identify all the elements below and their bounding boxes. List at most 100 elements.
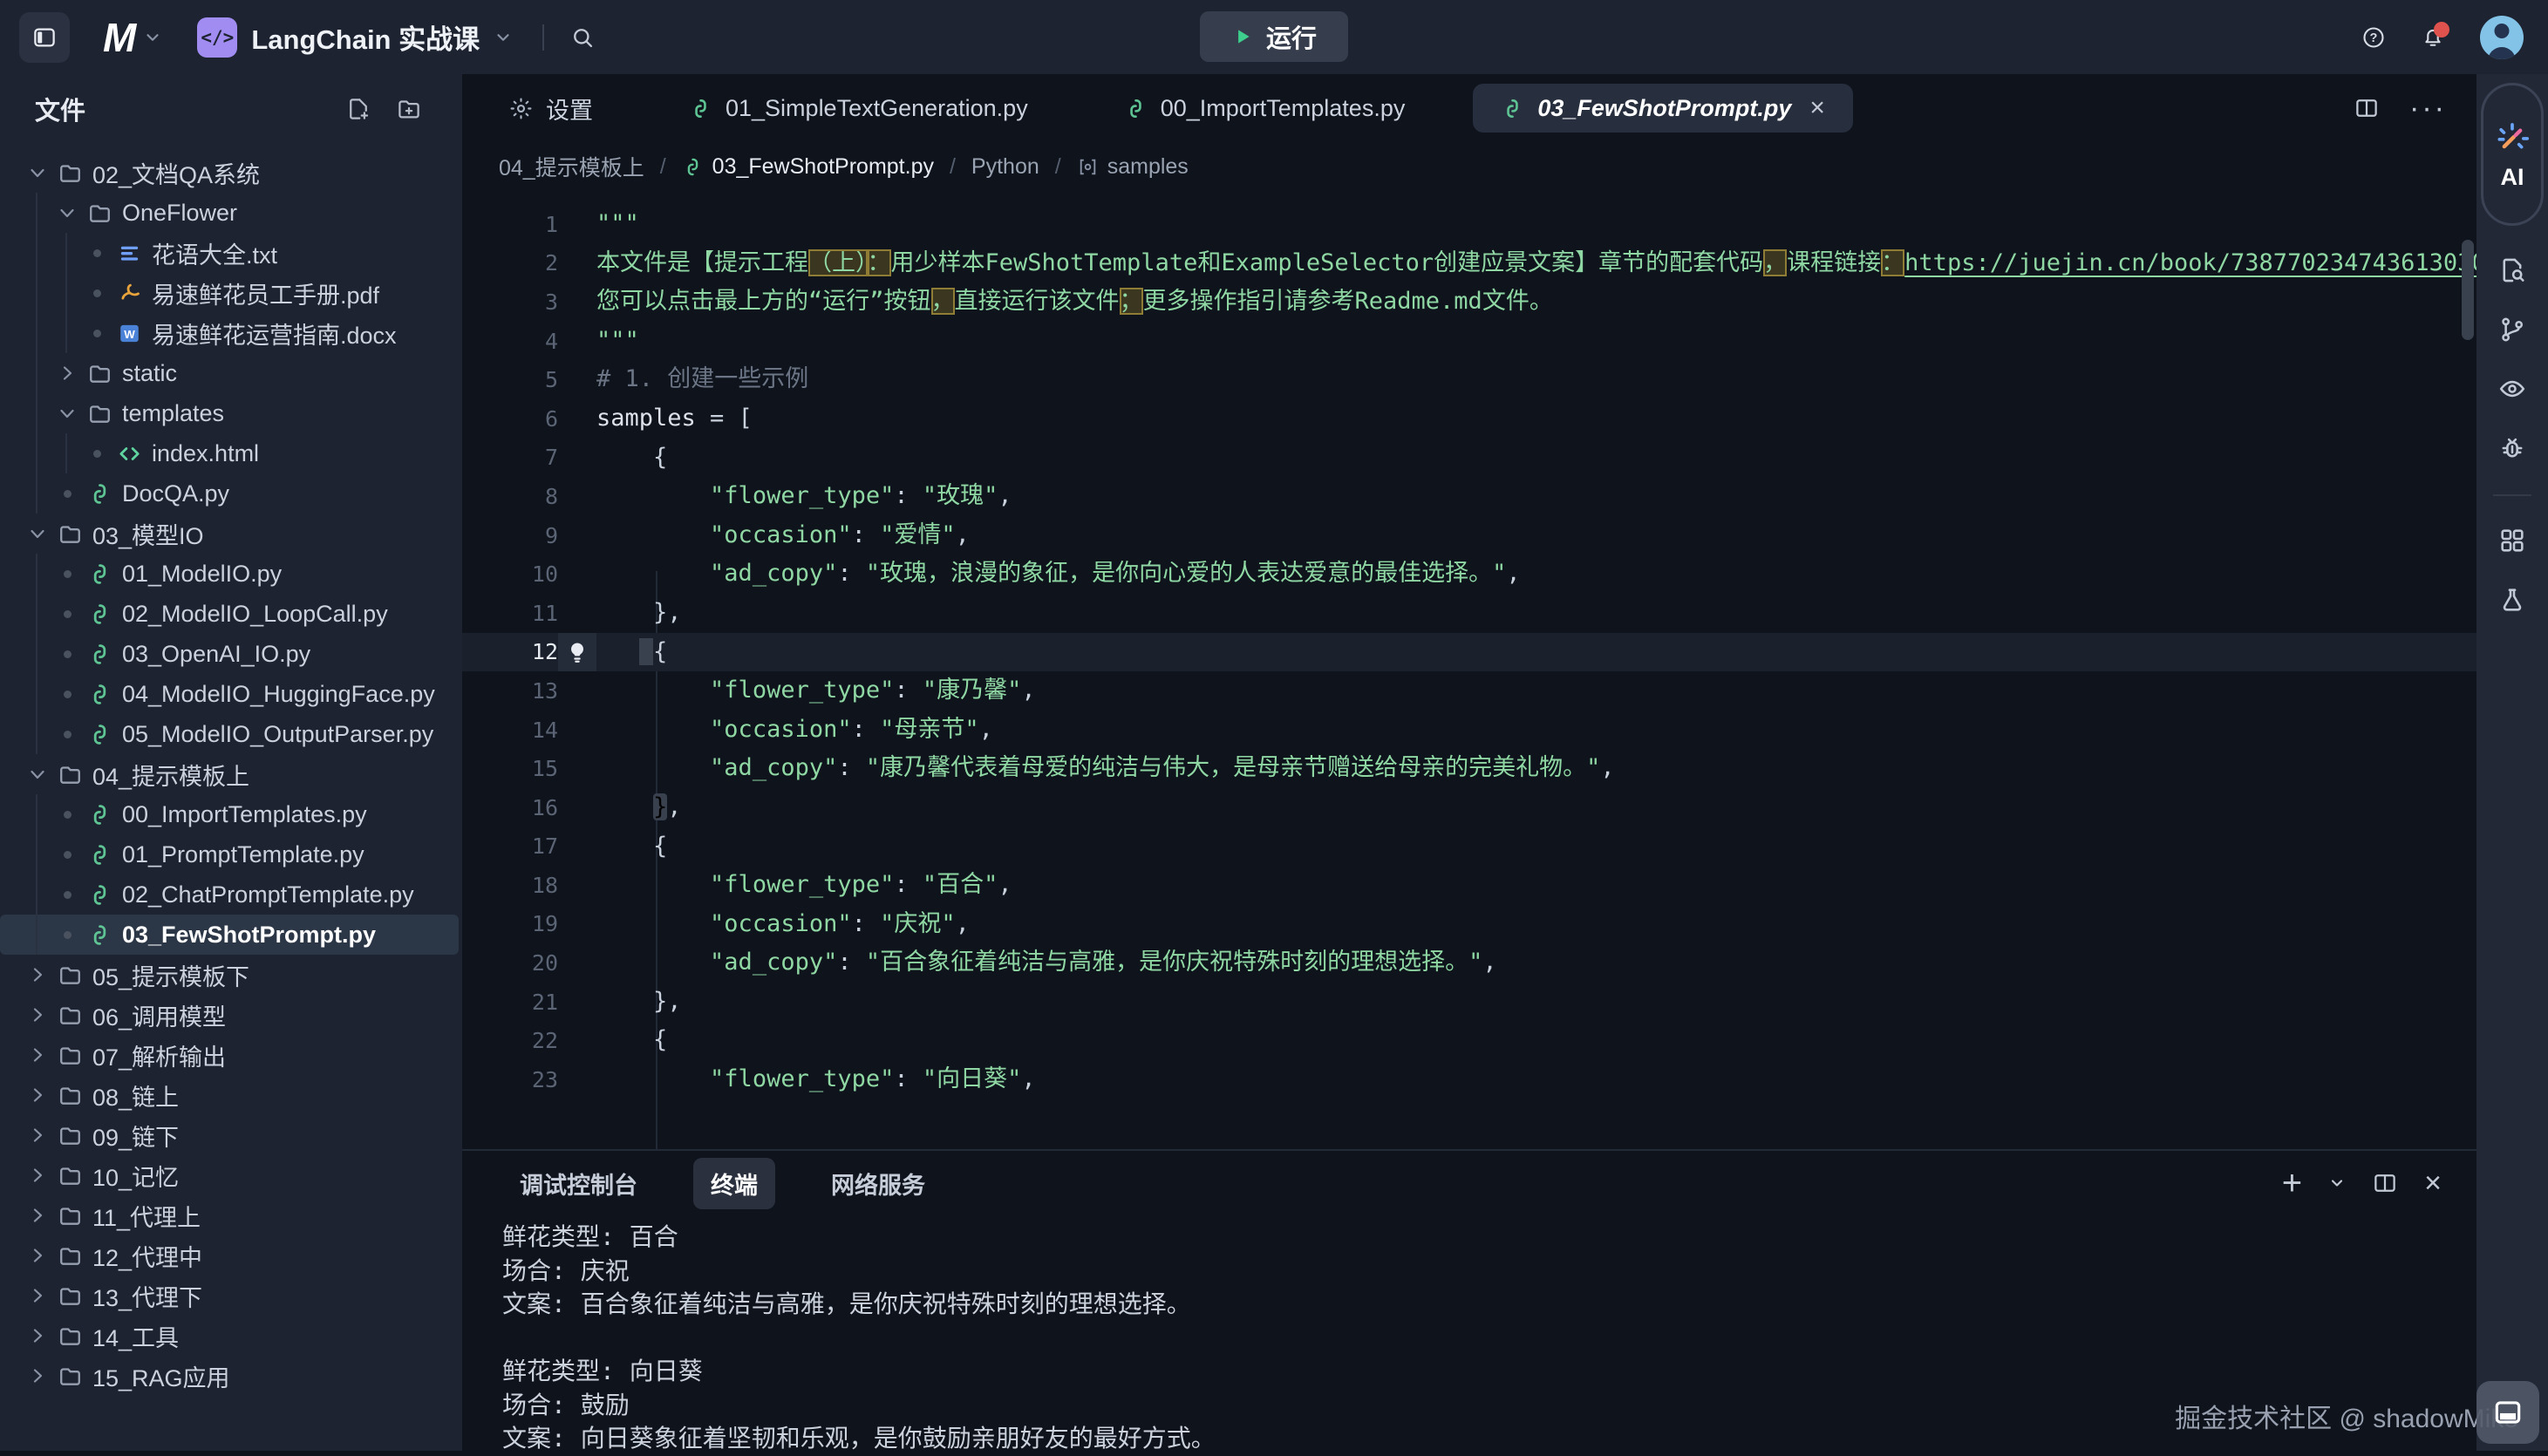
tree-item[interactable]: 11_代理上: [0, 1195, 459, 1235]
chevron-down-icon[interactable]: [52, 403, 82, 424]
tree-item[interactable]: 07_解析输出: [0, 1035, 459, 1075]
tab-00_ImportTemplates.py[interactable]: 00_ImportTemplates.py: [1096, 84, 1434, 133]
tree-item[interactable]: 04_提示模板上: [0, 754, 459, 794]
avatar[interactable]: [2480, 16, 2524, 59]
tree-item[interactable]: 00_ImportTemplates.py: [0, 794, 459, 834]
code-line[interactable]: 4""": [462, 322, 2476, 361]
flask-button[interactable]: [2497, 585, 2527, 615]
chevron-right-icon[interactable]: [23, 1365, 52, 1386]
code-line[interactable]: 19 "occasion": "庆祝",: [462, 905, 2476, 944]
chevron-down-icon[interactable]: [143, 28, 162, 47]
chevron-down-icon[interactable]: [23, 523, 52, 544]
code-line[interactable]: 9 "occasion": "爱情",: [462, 516, 2476, 555]
tree-item[interactable]: W易速鲜花运营指南.docx: [0, 313, 459, 353]
marscode-logo[interactable]: M: [103, 14, 134, 61]
eye-button[interactable]: [2497, 374, 2527, 404]
toggle-panel-button[interactable]: [2476, 1381, 2539, 1444]
tree-item[interactable]: 易速鲜花员工手册.pdf: [0, 273, 459, 313]
search-button[interactable]: [570, 25, 595, 50]
code-line[interactable]: 3您可以点击最上方的“运行”按钮，直接运行该文件；更多操作指引请参考Readme…: [462, 282, 2476, 322]
tree-item[interactable]: 03_模型IO: [0, 514, 459, 554]
code-line[interactable]: 12 {: [462, 633, 2476, 672]
tree-item[interactable]: 06_调用模型: [0, 995, 459, 1035]
tree-item[interactable]: 09_链下: [0, 1115, 459, 1155]
tree-item[interactable]: 01_ModelIO.py: [0, 554, 459, 594]
tab-03_FewShotPrompt.py[interactable]: 03_FewShotPrompt.py×: [1473, 84, 1853, 133]
chevron-down-icon[interactable]: [52, 202, 82, 223]
editor-scrollbar[interactable]: [2462, 240, 2474, 340]
chevron-right-icon[interactable]: [52, 363, 82, 384]
chevron-right-icon[interactable]: [23, 1044, 52, 1065]
chevron-right-icon[interactable]: [23, 1085, 52, 1106]
code-line[interactable]: 8 "flower_type": "玫瑰",: [462, 477, 2476, 516]
code-line[interactable]: 7 {: [462, 439, 2476, 478]
chevron-down-icon[interactable]: [23, 162, 52, 183]
more-actions-button[interactable]: ···: [2409, 99, 2447, 117]
code-line[interactable]: 6samples = [: [462, 399, 2476, 439]
tree-item[interactable]: index.html: [0, 433, 459, 473]
chevron-right-icon[interactable]: [23, 1165, 52, 1186]
tree-item[interactable]: templates: [0, 393, 459, 433]
tree-item[interactable]: 05_提示模板下: [0, 955, 459, 995]
breadcrumb-item[interactable]: 03_FewShotPrompt.py: [682, 154, 934, 180]
tree-item[interactable]: 03_OpenAI_IO.py: [0, 634, 459, 674]
file-search-button[interactable]: [2497, 255, 2527, 285]
chevron-right-icon[interactable]: [23, 1004, 52, 1025]
help-button[interactable]: ?: [2361, 25, 2386, 50]
code-line[interactable]: 22 {: [462, 1021, 2476, 1060]
tab-01_SimpleTextGeneration.py[interactable]: 01_SimpleTextGeneration.py: [661, 84, 1056, 133]
tree-item[interactable]: 02_ModelIO_LoopCall.py: [0, 594, 459, 634]
code-line[interactable]: 18 "flower_type": "百合",: [462, 866, 2476, 905]
tree-item[interactable]: 02_ChatPromptTemplate.py: [0, 874, 459, 915]
code-line[interactable]: 11 },: [462, 594, 2476, 633]
close-icon[interactable]: ×: [1809, 93, 1825, 123]
code-line[interactable]: 21 },: [462, 983, 2476, 1022]
tree-item[interactable]: 10_记忆: [0, 1155, 459, 1195]
panel-tab-调试控制台[interactable]: 调试控制台: [502, 1158, 655, 1209]
tree-item[interactable]: 03_FewShotPrompt.py: [0, 915, 459, 955]
tree-item[interactable]: DocQA.py: [0, 473, 459, 514]
new-terminal-button[interactable]: +: [2282, 1170, 2302, 1196]
new-folder-button[interactable]: [396, 96, 422, 122]
tree-item[interactable]: 02_文档QA系统: [0, 153, 459, 193]
code-line[interactable]: 1""": [462, 205, 2476, 244]
notifications-button[interactable]: [2421, 25, 2445, 50]
run-button[interactable]: 运行: [1200, 11, 1348, 62]
tree-item[interactable]: 13_代理下: [0, 1276, 459, 1316]
tree-item[interactable]: 05_ModelIO_OutputParser.py: [0, 714, 459, 754]
project-switcher[interactable]: </> LangChain 实战课: [197, 17, 513, 58]
chevron-right-icon[interactable]: [23, 1285, 52, 1306]
code-line[interactable]: 20 "ad_copy": "百合象征着纯洁与高雅，是你庆祝特殊时刻的理想选择。…: [462, 943, 2476, 983]
tree-item[interactable]: 14_工具: [0, 1316, 459, 1356]
breadcrumb-item[interactable]: 04_提示模板上: [499, 151, 644, 182]
terminal-dropdown-button[interactable]: [2328, 1174, 2346, 1192]
tree-item[interactable]: 15_RAG应用: [0, 1356, 459, 1396]
tree-item[interactable]: 08_链上: [0, 1075, 459, 1115]
ai-assistant-button[interactable]: AI: [2481, 83, 2544, 226]
panel-tab-网络服务[interactable]: 网络服务: [814, 1158, 943, 1209]
code-line[interactable]: 5# 1. 创建一些示例: [462, 360, 2476, 399]
code-line[interactable]: 17 {: [462, 827, 2476, 867]
bug-button[interactable]: [2497, 433, 2527, 463]
lightbulb-icon[interactable]: [558, 633, 596, 672]
chevron-right-icon[interactable]: [23, 1325, 52, 1346]
code-line[interactable]: 15 "ad_copy": "康乃馨代表着母爱的纯洁与伟大，是母亲节赠送给母亲的…: [462, 749, 2476, 788]
code-line[interactable]: 23 "flower_type": "向日葵",: [462, 1060, 2476, 1099]
tree-item[interactable]: static: [0, 353, 459, 393]
tree-item[interactable]: 04_ModelIO_HuggingFace.py: [0, 674, 459, 714]
new-file-button[interactable]: [345, 96, 371, 122]
code-link[interactable]: https://juejin.cn/book/73877023474361303…: [1904, 249, 2476, 276]
git-branch-button[interactable]: [2497, 315, 2527, 344]
code-editor[interactable]: 1"""2本文件是【提示工程（上）：用少样本FewShotTemplate和Ex…: [462, 191, 2476, 1151]
sidebar-toggle-button[interactable]: [19, 12, 70, 63]
close-panel-button[interactable]: ×: [2424, 1170, 2442, 1196]
code-line[interactable]: 13 "flower_type": "康乃馨",: [462, 671, 2476, 711]
tree-item[interactable]: 12_代理中: [0, 1235, 459, 1276]
code-line[interactable]: 14 "occasion": "母亲节",: [462, 711, 2476, 750]
tree-item[interactable]: OneFlower: [0, 193, 459, 233]
split-editor-button[interactable]: [2354, 95, 2380, 121]
code-line[interactable]: 16 },: [462, 788, 2476, 827]
split-terminal-button[interactable]: [2372, 1170, 2398, 1196]
panel-tab-终端[interactable]: 终端: [693, 1158, 775, 1209]
breadcrumb-item[interactable]: samples: [1077, 154, 1189, 180]
